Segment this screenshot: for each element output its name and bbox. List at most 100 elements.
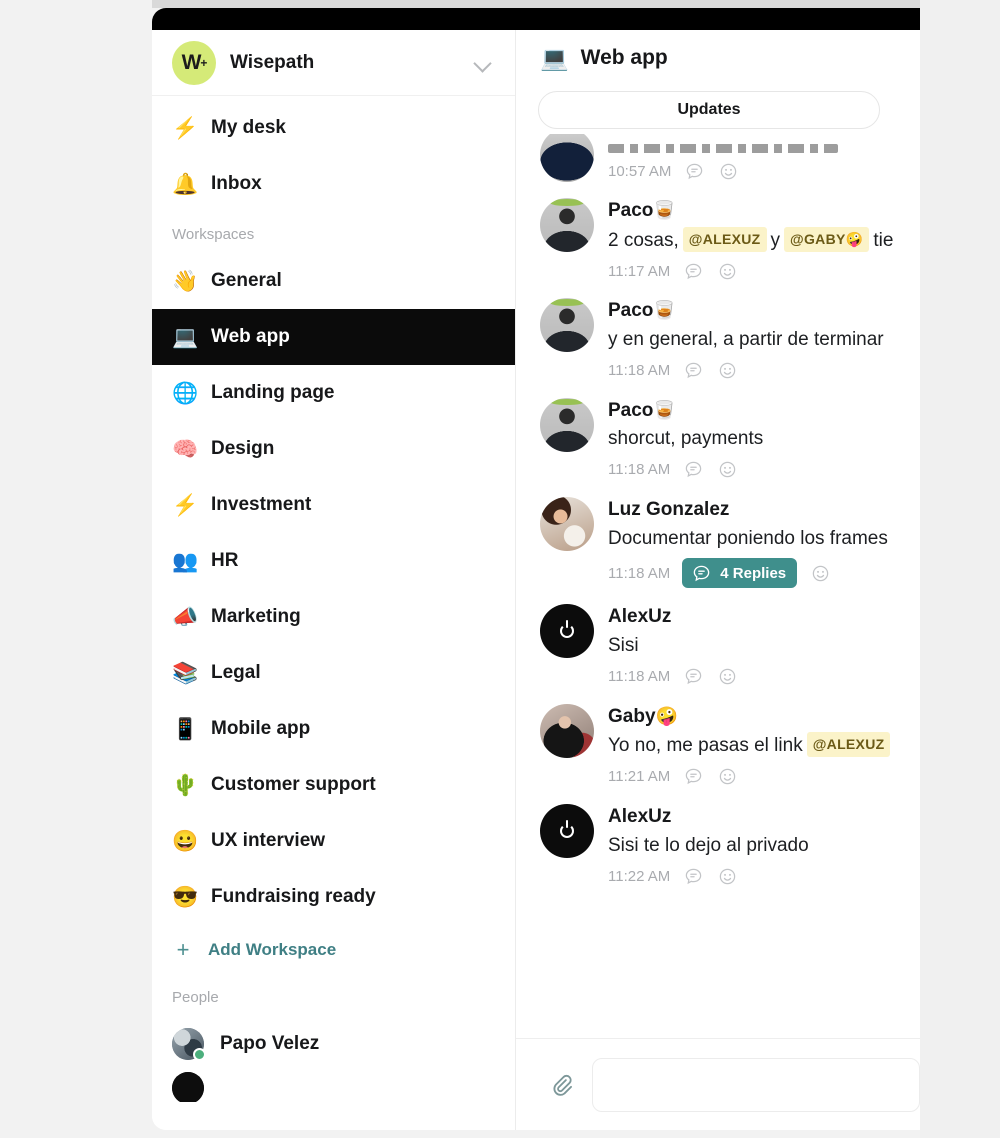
avatar bbox=[540, 397, 594, 452]
sidebar-item-label: Investment bbox=[211, 494, 312, 515]
message-body: Paco🥃 shorcut, payments 11:18 AM bbox=[608, 398, 920, 481]
sidebar-item-investment[interactable]: ⚡ Investment bbox=[152, 477, 515, 533]
message-author: Paco🥃 bbox=[608, 300, 676, 322]
tabs-row: Updates bbox=[516, 86, 920, 134]
sidebar-item-customer-support[interactable]: 🌵 Customer support bbox=[152, 757, 515, 813]
sidebar-item-label: Customer support bbox=[211, 774, 376, 795]
window-top-backdrop bbox=[152, 0, 920, 8]
workspace-switcher[interactable]: W + Wisepath bbox=[152, 30, 515, 96]
reply-bubble-icon[interactable] bbox=[683, 160, 705, 182]
sidebar-item-label: HR bbox=[211, 550, 239, 571]
mention-alexuz[interactable]: @ALEXUZ bbox=[682, 226, 767, 252]
sidebar-item-inbox[interactable]: 🔔 Inbox bbox=[152, 156, 515, 212]
message-timestamp: 10:57 AM bbox=[608, 162, 672, 180]
sidebar-item-marketing[interactable]: 📣 Marketing bbox=[152, 589, 515, 645]
emoji-reaction-icon[interactable] bbox=[716, 459, 738, 481]
avatar bbox=[172, 1028, 206, 1061]
reply-bubble-icon[interactable] bbox=[682, 459, 704, 481]
sidebar-person-papo-velez[interactable]: Papo Velez bbox=[152, 1016, 515, 1072]
emoji-reaction-icon[interactable] bbox=[716, 260, 738, 282]
sidebar-item-web-app[interactable]: 💻 Web app bbox=[152, 309, 515, 365]
message-author: Paco🥃 bbox=[608, 399, 676, 421]
message-item[interactable]: AlexUz Sisi 11:18 AM bbox=[516, 596, 920, 695]
tab-updates[interactable]: Updates bbox=[538, 91, 880, 129]
sidebar-item-label: Web app bbox=[211, 326, 290, 347]
message-text: 2 cosas, @ALEXUZ y @GABY🤪 tie bbox=[608, 226, 920, 254]
message-meta: 10:57 AM bbox=[608, 160, 920, 182]
sidebar-item-my-desk[interactable]: ⚡ My desk bbox=[152, 100, 515, 156]
reply-bubble-icon[interactable] bbox=[682, 666, 704, 688]
emoji-reaction-icon[interactable] bbox=[716, 666, 738, 688]
mention-alexuz[interactable]: @ALEXUZ bbox=[806, 732, 891, 758]
replies-count-label: 4 Replies bbox=[720, 564, 787, 582]
laptop-icon: 💻 bbox=[540, 44, 569, 71]
laptop-icon: 💻 bbox=[172, 325, 199, 349]
message-item[interactable]: Paco🥃 2 cosas, @ALEXUZ y @GABY🤪 tie 11:17 AM bbox=[516, 190, 920, 290]
message-body: Luz Gonzalez Documentar poniendo los fra… bbox=[608, 497, 920, 589]
avatar bbox=[540, 134, 594, 182]
reply-bubble-icon bbox=[690, 562, 712, 584]
emoji-reaction-icon[interactable] bbox=[809, 562, 831, 584]
emoji-reaction-icon[interactable] bbox=[716, 865, 738, 887]
message-item[interactable]: Paco🥃 y en general, a partir de terminar… bbox=[516, 290, 920, 389]
message-author: AlexUz bbox=[608, 805, 672, 827]
globe-icon: 🌐 bbox=[172, 381, 199, 405]
app-window: W + Wisepath ⚡ My desk 🔔 Inbox Workspaces bbox=[152, 8, 920, 1130]
message-timestamp: 11:22 AM bbox=[608, 867, 671, 885]
sidebar-item-general[interactable]: 👋 General bbox=[152, 253, 515, 309]
message-list[interactable]: 10:57 AM Paco🥃 2 cosas, @ALEXUZ y @GABY🤪… bbox=[516, 134, 920, 1038]
message-item[interactable]: 10:57 AM bbox=[516, 134, 920, 190]
chat-panel: 💻 Web app Updates 10:57 AM Paco🥃 2 cosas… bbox=[516, 30, 920, 1130]
sidebar-item-label: Design bbox=[211, 438, 275, 459]
screen: W + Wisepath ⚡ My desk 🔔 Inbox Workspaces bbox=[0, 0, 1000, 1138]
message-author: Paco🥃 bbox=[608, 200, 676, 221]
message-item[interactable]: Luz Gonzalez Documentar poniendo los fra… bbox=[516, 489, 920, 596]
sidebar-person-partial[interactable] bbox=[152, 1072, 515, 1102]
avatar bbox=[540, 496, 594, 551]
sidebar-item-landing-page[interactable]: 🌐 Landing page bbox=[152, 365, 515, 421]
sidebar-item-design[interactable]: 🧠 Design bbox=[152, 421, 515, 477]
reply-bubble-icon[interactable] bbox=[682, 360, 704, 382]
sidebar-item-legal[interactable]: 📚 Legal bbox=[152, 645, 515, 701]
message-body: Paco🥃 y en general, a partir de terminar… bbox=[608, 298, 920, 381]
message-item[interactable]: AlexUz Sisi te lo dejo al privado 11:22 … bbox=[516, 796, 920, 895]
workspace-logo: W + bbox=[172, 40, 216, 85]
message-composer bbox=[516, 1038, 920, 1130]
add-workspace-button[interactable]: + Add Workspace bbox=[152, 925, 515, 975]
replies-badge[interactable]: 4 Replies bbox=[682, 558, 798, 589]
avatar bbox=[540, 604, 594, 659]
tumbler-glass-icon: 🥃 bbox=[653, 300, 676, 321]
chevron-down-icon[interactable] bbox=[473, 53, 493, 73]
books-icon: 📚 bbox=[172, 661, 199, 685]
message-input[interactable] bbox=[592, 1057, 920, 1112]
message-timestamp: 11:18 AM bbox=[608, 362, 671, 380]
message-item[interactable]: Gaby🤪 Yo no, me pasas el link @ALEXUZ 11:… bbox=[516, 696, 920, 796]
message-author: AlexUz bbox=[608, 606, 672, 628]
sidebar-scroll-area[interactable]: ⚡ My desk 🔔 Inbox Workspaces 👋 General 💻 bbox=[152, 96, 515, 1130]
sidebar-item-label: Legal bbox=[211, 662, 261, 683]
avatar bbox=[540, 803, 594, 858]
emoji-reaction-icon[interactable] bbox=[717, 160, 739, 182]
reply-bubble-icon[interactable] bbox=[682, 865, 704, 887]
emoji-reaction-icon[interactable] bbox=[716, 360, 738, 382]
emoji-reaction-icon[interactable] bbox=[716, 766, 738, 788]
sidebar-item-label: Mobile app bbox=[211, 718, 311, 739]
desktop-backdrop bbox=[920, 0, 1000, 1138]
mention-gaby[interactable]: @GABY🤪 bbox=[784, 226, 870, 252]
sidebar-item-label: Fundraising ready bbox=[211, 886, 376, 907]
sidebar-item-fundraising-ready[interactable]: 😎 Fundraising ready bbox=[152, 869, 515, 925]
window-titlebar bbox=[152, 8, 920, 30]
window-body: W + Wisepath ⚡ My desk 🔔 Inbox Workspaces bbox=[152, 30, 920, 1130]
message-text: shorcut, payments bbox=[608, 428, 764, 450]
sidebar-item-mobile-app[interactable]: 📱 Mobile app bbox=[152, 701, 515, 757]
sidebar-item-hr[interactable]: 👥 HR bbox=[152, 533, 515, 589]
sidebar-item-ux-interview[interactable]: 😀 UX interview bbox=[152, 813, 515, 869]
paperclip-icon[interactable] bbox=[546, 1070, 576, 1100]
message-item[interactable]: Paco🥃 shorcut, payments 11:18 AM bbox=[516, 390, 920, 489]
reply-bubble-icon[interactable] bbox=[682, 260, 704, 282]
message-timestamp: 11:18 AM bbox=[608, 564, 671, 582]
reply-bubble-icon[interactable] bbox=[682, 766, 704, 788]
waving-hand-icon: 👋 bbox=[172, 269, 199, 293]
people-icon: 👥 bbox=[172, 549, 199, 573]
message-meta: 11:18 AM bbox=[608, 360, 920, 382]
